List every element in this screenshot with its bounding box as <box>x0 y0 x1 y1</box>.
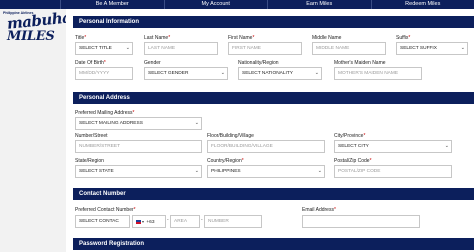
chevron-down-icon: ⌄ <box>194 120 199 126</box>
preferred-contact-label: Preferred Contact Number* <box>75 207 136 213</box>
middle-name-label: Middle Name <box>312 35 342 41</box>
postal-code-input[interactable]: POSTAL/ZIP CODE <box>334 165 452 178</box>
section-password-registration: Password Registration <box>73 238 474 250</box>
floor-building-input[interactable]: FLOOR/BUILDING/VILLAGE <box>207 140 325 153</box>
dob-label: Date Of Birth* <box>75 60 106 66</box>
mailing-address-label: Preferred Mailing Address* <box>75 110 135 116</box>
country-code-select[interactable]: ▾ +63 <box>132 215 166 228</box>
city-province-label: City/Province* <box>334 133 366 139</box>
email-label: Email Address* <box>302 207 336 213</box>
state-region-label: State/Region <box>75 158 104 164</box>
left-panel: Philippine Airlines mabuhay MILES <box>0 7 80 252</box>
state-select[interactable]: SELECT STATE ⌄ <box>75 165 202 178</box>
chevron-down-icon: ⌄ <box>460 45 465 51</box>
suffix-label: Suffix* <box>396 35 411 41</box>
email-input[interactable] <box>302 215 420 228</box>
gender-label: Gender <box>144 60 161 66</box>
middle-name-input[interactable]: MIDDLE NAME <box>312 42 386 55</box>
registration-form: Personal Information Title* SELECT TITLE… <box>66 9 474 252</box>
phone-number-input[interactable]: NUMBER <box>204 215 262 228</box>
chevron-down-icon: ⌄ <box>125 45 130 51</box>
gender-select[interactable]: SELECT GENDER ⌄ <box>144 67 228 80</box>
last-name-input[interactable]: LAST NAME <box>144 42 218 55</box>
dash-separator: - <box>167 217 169 223</box>
area-code-input[interactable]: AREA <box>170 215 200 228</box>
chevron-down-icon: ⌄ <box>444 143 449 149</box>
chevron-down-icon: ▾ <box>142 219 145 224</box>
city-select[interactable]: SELECT CITY ⌄ <box>334 140 452 153</box>
mothers-maiden-input[interactable]: MOTHER'S MAIDEN NAME <box>334 67 422 80</box>
chevron-down-icon: ⌄ <box>314 70 319 76</box>
section-contact-number: Contact Number <box>73 188 474 200</box>
nationality-select[interactable]: SELECT NATIONALITY ⌄ <box>238 67 322 80</box>
number-street-label: Number/Street <box>75 133 108 139</box>
country-select[interactable]: PHILIPPINES ⌄ <box>207 165 325 178</box>
chevron-down-icon: ⌄ <box>317 168 322 174</box>
philippines-flag-icon <box>136 219 141 224</box>
nav-redeem-miles[interactable]: Redeem Miles <box>370 0 474 9</box>
floor-building-label: Floor/Building/Village <box>207 133 254 139</box>
top-nav: Be A Member My Account Earn Miles Redeem… <box>60 0 474 9</box>
nationality-label: Nationality/Region <box>238 60 279 66</box>
dob-input[interactable]: MM/DD/YYYY <box>75 67 133 80</box>
mailing-address-select[interactable]: SELECT MAILING ADDRESS ⌄ <box>75 117 202 130</box>
dash-separator: - <box>201 217 203 223</box>
preferred-contact-select[interactable]: SELECT CONTAC <box>75 215 130 228</box>
country-code-value: +63 <box>146 220 155 225</box>
title-select[interactable]: SELECT TITLE ⌄ <box>75 42 133 55</box>
last-name-label: Last Name* <box>144 35 171 41</box>
number-street-input[interactable]: NUMBER/STREET <box>75 140 202 153</box>
first-name-input[interactable]: FIRST NAME <box>228 42 302 55</box>
country-region-label: Country/Region* <box>207 158 244 164</box>
mothers-maiden-label: Mother's Maiden Name <box>334 60 386 66</box>
logo-sub-text: MILES <box>7 29 55 44</box>
chevron-down-icon: ⌄ <box>220 70 225 76</box>
nav-my-account[interactable]: My Account <box>163 0 268 9</box>
mabuhay-miles-logo[interactable]: Philippine Airlines mabuhay MILES <box>3 7 80 51</box>
first-name-label: First Name* <box>228 35 255 41</box>
section-personal-information: Personal Information <box>73 16 474 28</box>
nav-earn-miles[interactable]: Earn Miles <box>267 0 371 9</box>
suffix-select[interactable]: SELECT SUFFIX ⌄ <box>396 42 468 55</box>
chevron-down-icon: ⌄ <box>194 168 199 174</box>
section-personal-address: Personal Address <box>73 92 474 104</box>
title-label: Title* <box>75 35 87 41</box>
postal-code-label: Postal/Zip Code* <box>334 158 372 164</box>
